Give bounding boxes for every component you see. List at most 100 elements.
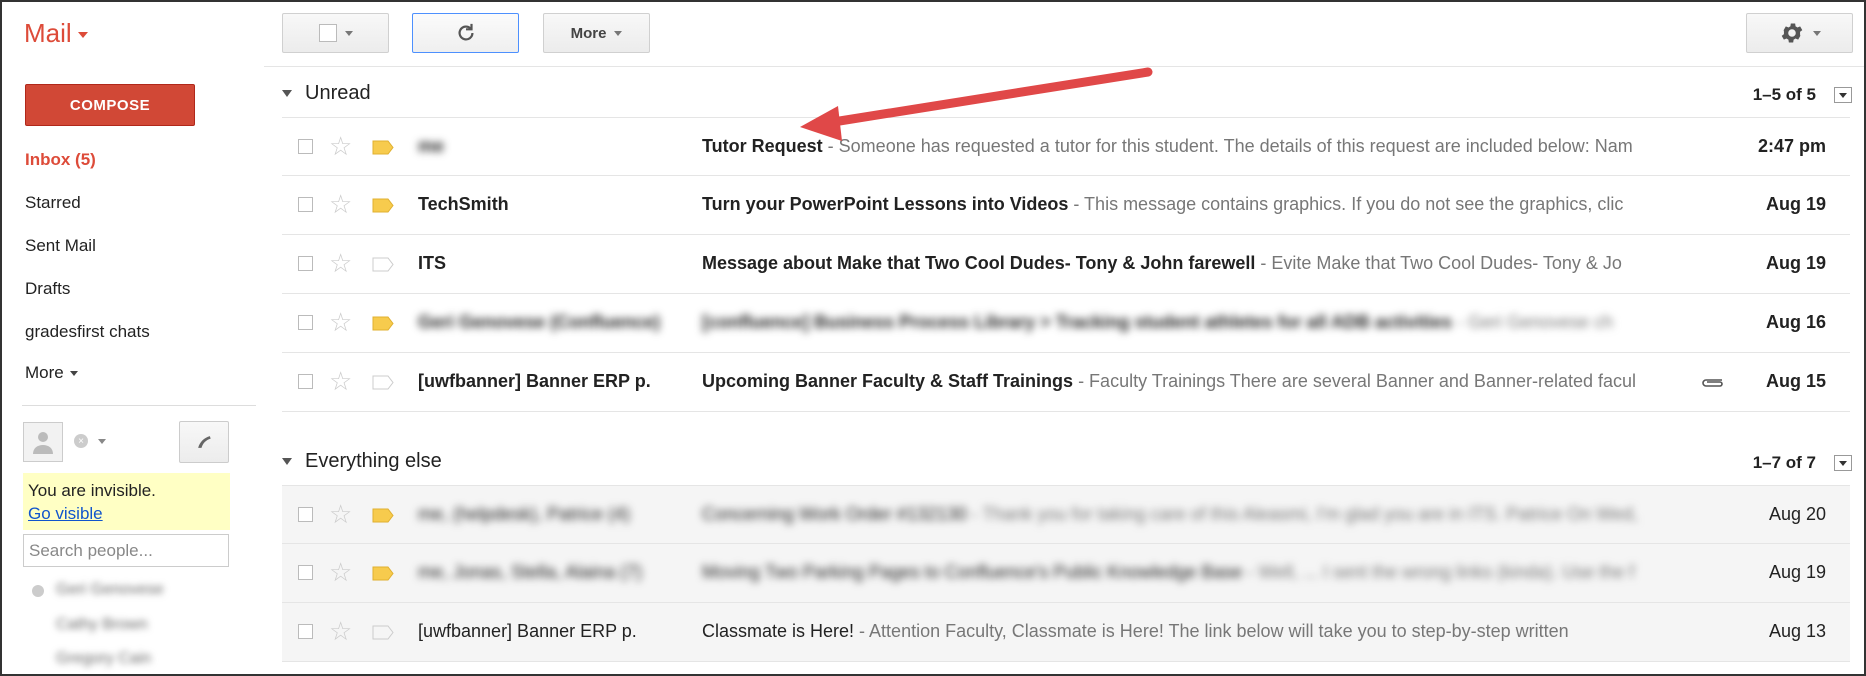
go-visible-link[interactable]: Go visible [28, 502, 225, 525]
star-icon[interactable]: ☆ [329, 248, 352, 278]
avatar-icon [33, 432, 53, 454]
email-snippet: - Someone has requested a tutor for this… [822, 136, 1633, 156]
nav-gradesfirst-chats[interactable]: gradesfirst chats [25, 322, 150, 342]
collapse-triangle-icon [282, 90, 292, 97]
chat-contact[interactable]: Gregory Cain [56, 650, 151, 668]
unread-options-dropdown[interactable] [1834, 87, 1852, 103]
star-icon[interactable]: ☆ [329, 557, 352, 587]
email-date: Aug 15 [1765, 371, 1826, 391]
caret-down-icon [614, 30, 623, 36]
email-date: Aug 19 [1765, 194, 1826, 214]
search-people-input[interactable] [23, 534, 229, 567]
row-checkbox[interactable] [298, 507, 313, 522]
toolbar-divider [264, 66, 1864, 67]
row-checkbox[interactable] [298, 624, 313, 639]
label-tag-icon[interactable] [372, 140, 394, 155]
nav-drafts[interactable]: Drafts [25, 279, 70, 299]
star-icon[interactable]: ☆ [329, 307, 352, 337]
row-checkbox[interactable] [298, 374, 313, 389]
nav-inbox[interactable]: Inbox (5) [25, 150, 96, 170]
label-tag-icon[interactable] [372, 198, 394, 213]
row-checkbox[interactable] [298, 256, 313, 271]
email-date: 2:47 pm [1757, 136, 1826, 156]
compose-button[interactable]: COMPOSE [25, 84, 195, 126]
everything-section-header[interactable]: Everything else [282, 450, 442, 473]
star-icon[interactable]: ☆ [329, 499, 352, 529]
email-row[interactable]: ☆ me, Jonas, Stella, Alaina (7) Moving Two… [282, 544, 1850, 603]
row-checkbox[interactable] [298, 565, 313, 580]
email-snippet: - Geri Genovese ch [1452, 312, 1614, 332]
email-row[interactable]: ☆ TechSmith Turn your PowerPoint Lessons i… [282, 176, 1850, 235]
email-row[interactable]: ☆ me, (helpdesk), Patrice (4) Concerning W… [282, 485, 1850, 544]
caret-down-icon [69, 371, 78, 377]
email-subject-text: Upcoming Banner Faculty & Staff Training… [702, 371, 1074, 391]
status-icon[interactable]: × [74, 434, 88, 448]
email-date: Aug 16 [1765, 312, 1826, 332]
caret-down-icon [1839, 460, 1847, 466]
settings-button[interactable] [1746, 13, 1853, 53]
nav-more-label: More [25, 363, 64, 382]
nav-more[interactable]: More [25, 363, 78, 383]
email-snippet: - Evite Make that Two Cool Dudes- Tony &… [1255, 253, 1622, 273]
contact-status-icon [32, 585, 44, 597]
email-row[interactable]: ☆ [uwfbanner] Banner ERP p. Upcoming Banne… [282, 353, 1850, 412]
everything-options-dropdown[interactable] [1834, 455, 1852, 471]
mail-window: Mail More COMPOSE Inbox (5) Starred Sent… [0, 0, 1866, 676]
email-subject: Tutor Request - Someone has requested a … [702, 136, 1692, 157]
label-tag-icon[interactable] [372, 316, 394, 331]
select-dropdown-button[interactable] [282, 13, 389, 53]
phone-icon [198, 436, 211, 448]
email-sender: TechSmith [418, 194, 509, 214]
chat-avatar[interactable] [23, 422, 63, 462]
mail-menu[interactable]: Mail [24, 18, 88, 49]
email-date: Aug 19 [1768, 562, 1826, 582]
email-sender: [uwfbanner] Banner ERP p. [418, 371, 651, 391]
label-tag-icon[interactable] [372, 566, 394, 581]
email-date: Aug 19 [1765, 253, 1826, 273]
caret-down-icon [1812, 30, 1821, 36]
email-row[interactable]: ☆ [uwfbanner] Banner ERP p. Classmate is H… [282, 603, 1850, 662]
email-sender: Geri Genovese (Confluence) [418, 312, 661, 332]
invisible-text: You are invisible. [28, 481, 156, 500]
email-snippet: - Faculty Trainings There are several Ba… [1073, 371, 1637, 391]
email-snippet: - This message contains graphics. If you… [1068, 194, 1624, 214]
email-sender: me [418, 136, 445, 156]
email-snippet: - Attention Faculty, Classmate is Here! … [854, 621, 1569, 641]
email-snippet: - Well, ... I sent the wrong links (kind… [1242, 562, 1635, 582]
chat-contact[interactable]: Cathy Brown [56, 616, 148, 634]
refresh-button[interactable] [412, 13, 519, 53]
row-checkbox[interactable] [298, 197, 313, 212]
star-icon[interactable]: ☆ [329, 366, 352, 396]
star-icon[interactable]: ☆ [329, 131, 352, 161]
email-sender: me, Jonas, Stella, Alaina (7) [418, 562, 643, 582]
email-subject-text: Message about Make that Two Cool Dudes- … [702, 253, 1256, 273]
app-title: Mail [24, 18, 72, 48]
email-subject-text: Turn your PowerPoint Lessons into Videos [702, 194, 1069, 214]
more-actions-label: More [570, 24, 607, 42]
label-tag-icon[interactable] [372, 508, 394, 523]
star-icon[interactable]: ☆ [329, 616, 352, 646]
star-icon[interactable]: ☆ [329, 189, 352, 219]
nav-starred[interactable]: Starred [25, 193, 81, 213]
email-row[interactable]: ☆ Geri Genovese (Confluence) [confluence] … [282, 294, 1850, 353]
caret-down-icon [344, 30, 353, 36]
caret-down-icon [77, 32, 88, 39]
more-actions-button[interactable]: More [543, 13, 650, 53]
label-tag-icon[interactable] [372, 625, 394, 640]
select-all-checkbox[interactable] [318, 24, 337, 42]
email-subject-text: Moving Two Parking Pages to Confluence's… [702, 562, 1243, 582]
label-tag-icon[interactable] [372, 375, 394, 390]
unread-section-header[interactable]: Unread [282, 82, 371, 105]
row-checkbox[interactable] [298, 315, 313, 330]
nav-sent-mail[interactable]: Sent Mail [25, 236, 96, 256]
call-phone-button[interactable] [179, 421, 229, 463]
caret-down-icon[interactable] [98, 439, 106, 444]
email-sender: me, (helpdesk), Patrice (4) [418, 504, 631, 524]
email-date: Aug 13 [1768, 621, 1826, 641]
chat-contact[interactable]: Geri Genovese [56, 581, 164, 599]
nav-divider [22, 405, 256, 406]
email-row[interactable]: ☆ me Tutor Request - Someone has requested… [282, 117, 1850, 176]
label-tag-icon[interactable] [372, 257, 394, 272]
email-row[interactable]: ☆ ITS Message about Make that Two Cool Dud… [282, 235, 1850, 294]
row-checkbox[interactable] [298, 139, 313, 154]
